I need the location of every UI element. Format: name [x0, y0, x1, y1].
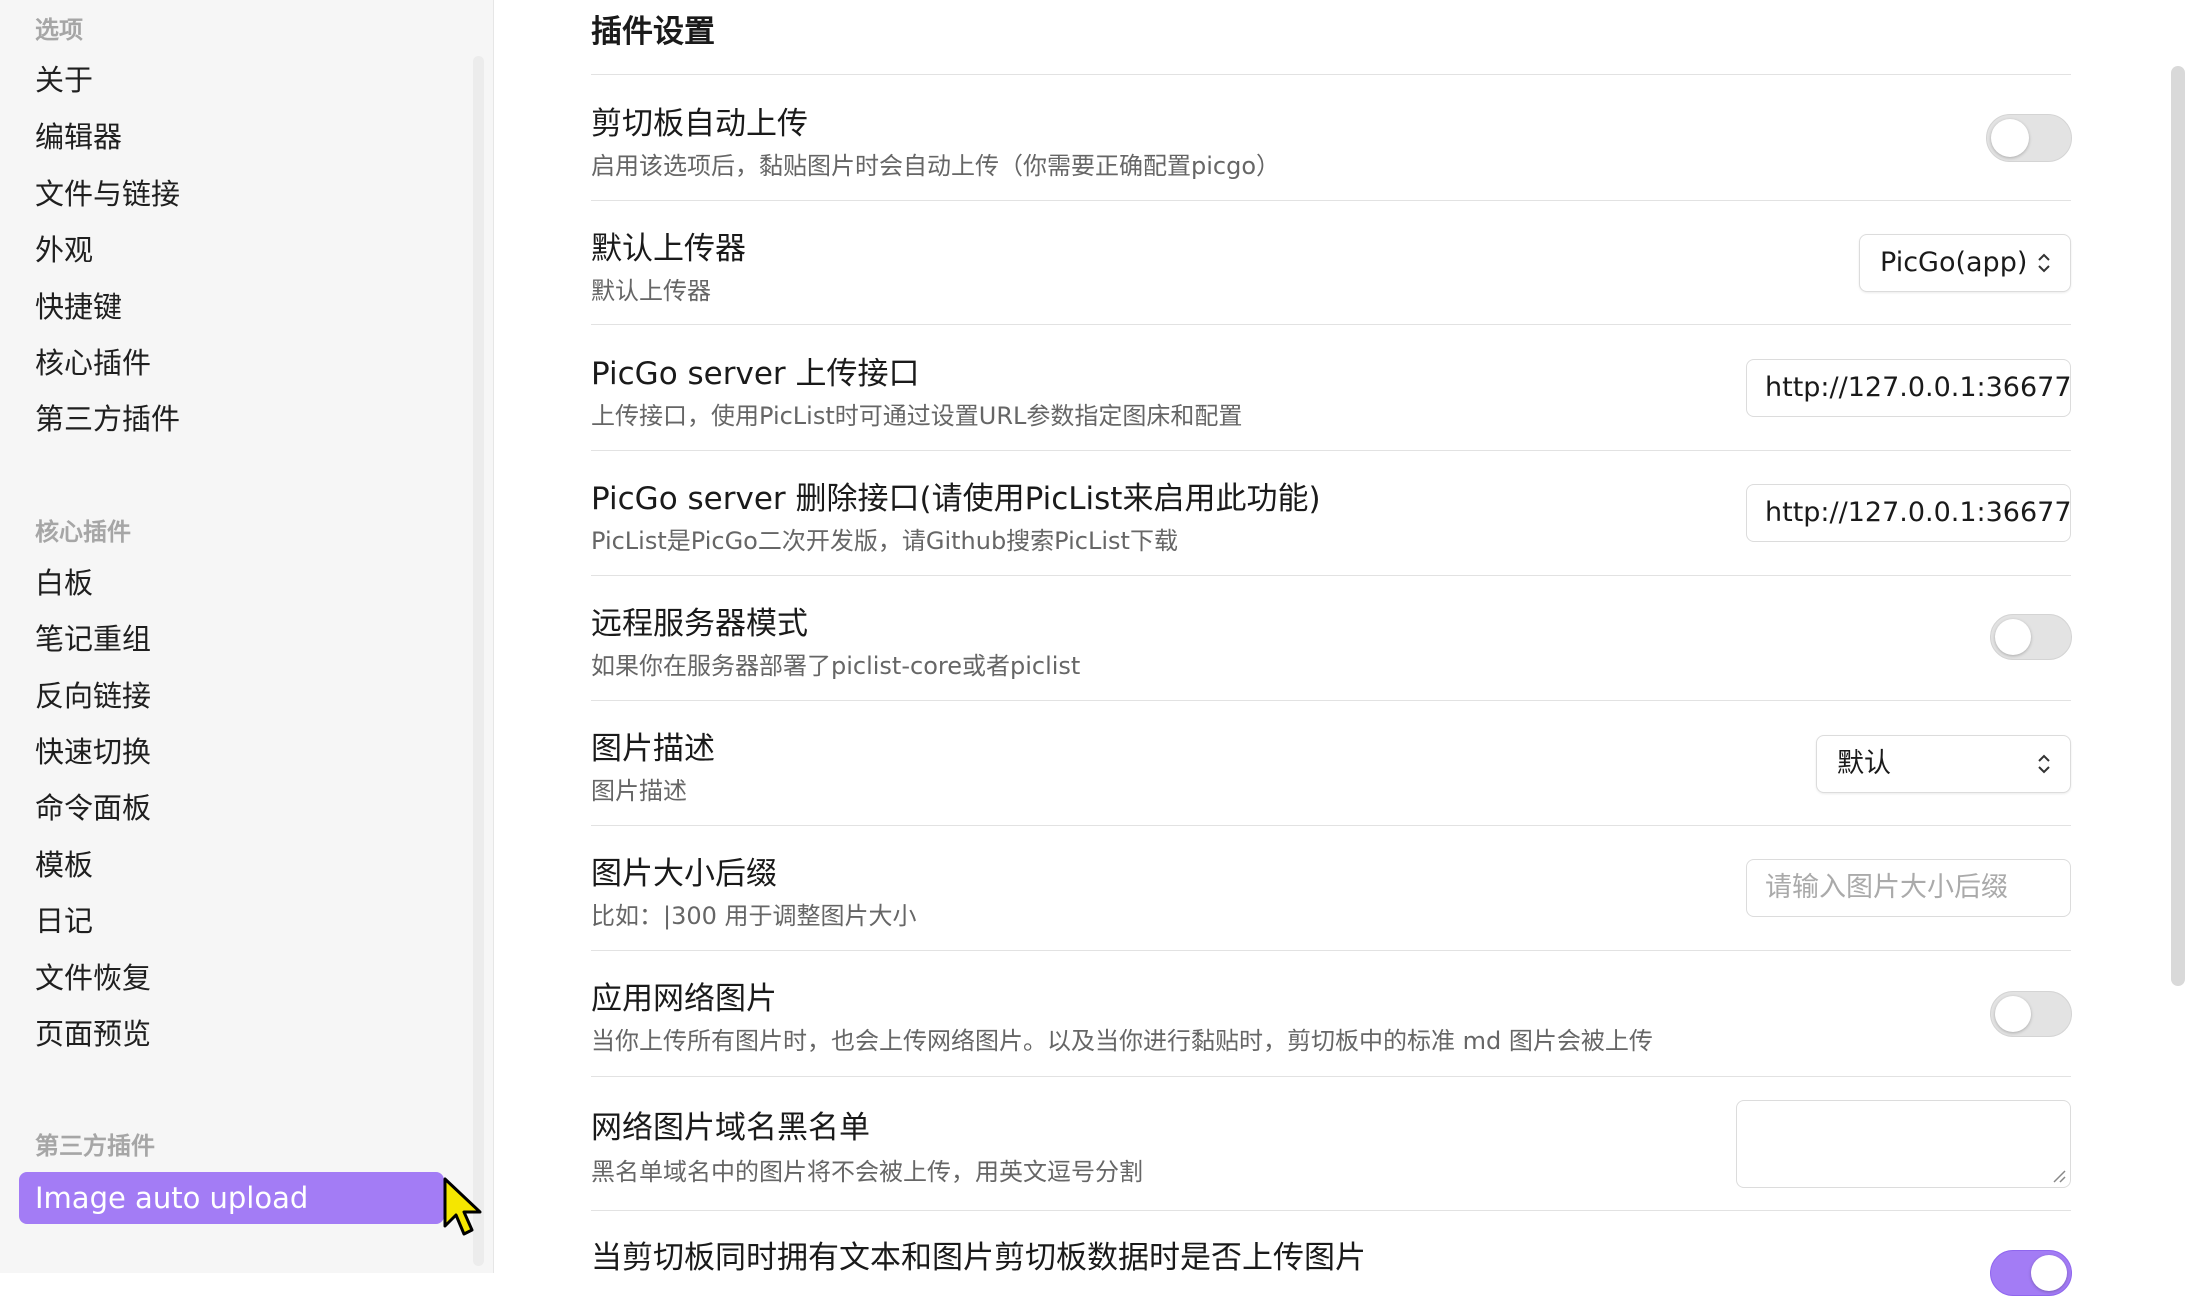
image-size-suffix-input[interactable]: 请输入图片大小后缀: [1746, 859, 2071, 917]
apply-network-images-toggle[interactable]: [1990, 991, 2072, 1037]
upload-image-with-text-toggle[interactable]: [1990, 1250, 2072, 1296]
default-uploader-select[interactable]: PicGo(app): [1859, 234, 2071, 292]
sidebar-item-core-plugins[interactable]: 核心插件: [35, 343, 151, 383]
setting-title-domain-blacklist: 网络图片域名黑名单: [591, 1110, 870, 1146]
divider: [591, 825, 2071, 826]
settings-sidebar: 选项 关于 编辑器 文件与链接 外观 快捷键 核心插件 第三方插件 核心插件 白…: [0, 0, 494, 1273]
setting-title-upload-endpoint: PicGo server 上传接口: [591, 356, 920, 392]
setting-title-delete-endpoint: PicGo server 删除接口(请使用PicList来启用此功能): [591, 481, 1321, 517]
setting-title-remote-server-mode: 远程服务器模式: [591, 606, 808, 642]
mouse-pointer-icon: [443, 1177, 482, 1236]
setting-desc-domain-blacklist: 黑名单域名中的图片将不会被上传，用英文逗号分割: [591, 1158, 1143, 1186]
sidebar-heading-community: 第三方插件: [35, 1132, 155, 1160]
divider: [591, 1210, 2071, 1211]
divider: [591, 700, 2071, 701]
toggle-knob: [1991, 119, 2029, 157]
chevron-up-down-icon: [2036, 235, 2052, 291]
setting-title-apply-network-images: 应用网络图片: [591, 981, 777, 1017]
sidebar-item-file-recovery[interactable]: 文件恢复: [35, 958, 151, 998]
divider: [591, 74, 2071, 75]
divider: [591, 950, 2071, 951]
chevron-up-down-icon: [2036, 736, 2052, 792]
image-description-value: 默认: [1837, 748, 1891, 779]
setting-desc-default-uploader: 默认上传器: [591, 277, 711, 305]
remote-server-mode-toggle[interactable]: [1990, 614, 2072, 660]
sidebar-item-appearance[interactable]: 外观: [35, 230, 93, 270]
sidebar-scrollbar[interactable]: [473, 56, 484, 1266]
sidebar-item-canvas[interactable]: 白板: [35, 563, 93, 603]
sidebar-item-page-preview[interactable]: 页面预览: [35, 1014, 151, 1054]
resize-grip-icon[interactable]: [2050, 1167, 2066, 1183]
domain-blacklist-textarea[interactable]: [1736, 1100, 2071, 1188]
setting-desc-upload-endpoint: 上传接口，使用PicList时可通过设置URL参数指定图床和配置: [591, 402, 1243, 430]
setting-desc-delete-endpoint: PicList是PicGo二次开发版，请Github搜索PicList下载: [591, 527, 1178, 555]
setting-title-upload-image-with-text: 当剪切板同时拥有文本和图片剪切板数据时是否上传图片: [591, 1240, 1366, 1276]
upload-endpoint-input[interactable]: http://127.0.0.1:36677/upload: [1746, 359, 2071, 417]
toggle-knob: [2031, 1255, 2067, 1291]
sidebar-item-files-links[interactable]: 文件与链接: [35, 174, 180, 214]
divider: [591, 450, 2071, 451]
sidebar-item-command-palette[interactable]: 命令面板: [35, 788, 151, 828]
sidebar-heading-core: 核心插件: [35, 518, 131, 546]
sidebar-item-daily-notes[interactable]: 日记: [35, 901, 93, 941]
setting-desc-remote-server-mode: 如果你在服务器部署了piclist-core或者piclist: [591, 652, 1081, 680]
sidebar-item-backlinks[interactable]: 反向链接: [35, 676, 151, 716]
image-description-select[interactable]: 默认: [1816, 735, 2071, 793]
setting-title-default-uploader: 默认上传器: [591, 231, 746, 267]
sidebar-heading-options: 选项: [35, 16, 83, 44]
setting-title-image-description: 图片描述: [591, 731, 715, 767]
divider: [591, 200, 2071, 201]
setting-title-clipboard-auto-upload: 剪切板自动上传: [591, 106, 808, 142]
setting-title-image-size-suffix: 图片大小后缀: [591, 856, 777, 892]
toggle-knob: [1995, 619, 2031, 655]
sidebar-item-editor[interactable]: 编辑器: [35, 117, 122, 157]
setting-desc-image-size-suffix: 比如：|300 用于调整图片大小: [591, 902, 917, 930]
main-scrollbar[interactable]: [2171, 66, 2185, 986]
sidebar-item-community-plugins[interactable]: 第三方插件: [35, 399, 180, 439]
clipboard-auto-upload-toggle[interactable]: [1986, 114, 2072, 162]
sidebar-item-hotkeys[interactable]: 快捷键: [35, 287, 122, 327]
divider: [591, 575, 2071, 576]
default-uploader-value: PicGo(app): [1880, 247, 2028, 278]
sidebar-item-about[interactable]: 关于: [35, 60, 93, 100]
sidebar-item-templates[interactable]: 模板: [35, 845, 93, 885]
setting-desc-clipboard-auto-upload: 启用该选项后，黏贴图片时会自动上传（你需要正确配置picgo）: [591, 152, 1281, 180]
sidebar-item-quick-switcher[interactable]: 快速切换: [35, 732, 151, 772]
section-title: 插件设置: [591, 14, 715, 50]
divider: [591, 324, 2071, 325]
sidebar-item-image-auto-upload[interactable]: Image auto upload: [19, 1172, 444, 1224]
setting-desc-apply-network-images: 当你上传所有图片时，也会上传网络图片。以及当你进行黏贴时，剪切板中的标准 md …: [591, 1027, 1653, 1055]
sidebar-item-note-composer[interactable]: 笔记重组: [35, 619, 151, 659]
setting-desc-image-description: 图片描述: [591, 777, 687, 805]
divider: [591, 1076, 2071, 1077]
delete-endpoint-input[interactable]: http://127.0.0.1:36677/delete: [1746, 484, 2071, 542]
toggle-knob: [1995, 996, 2031, 1032]
